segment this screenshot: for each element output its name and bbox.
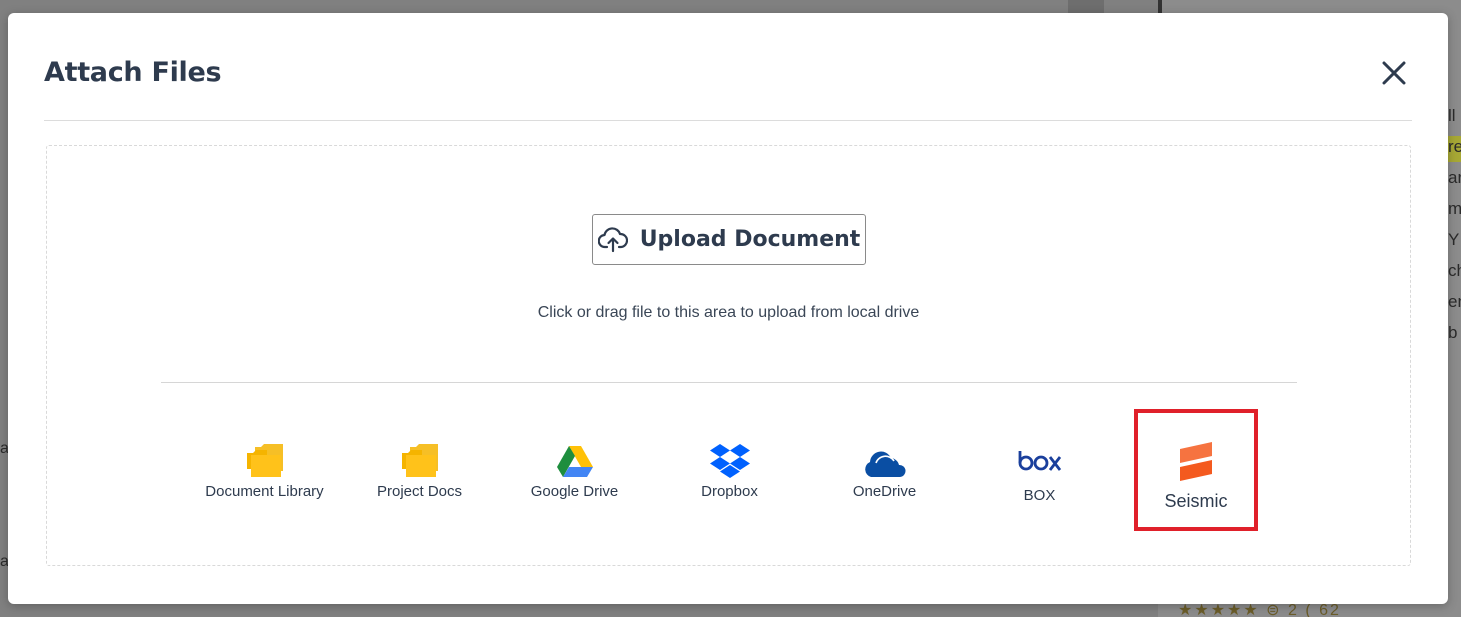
onedrive-icon [864, 451, 906, 477]
box-icon [1018, 451, 1061, 471]
dropzone-hint: Click or drag file to this area to uploa… [537, 304, 920, 321]
background-text: ll re ar m Y ch en b [1448, 106, 1461, 342]
background-bar-dark [1158, 0, 1162, 14]
source-label: Project Docs [376, 483, 463, 500]
source-label: Document Library [205, 483, 324, 500]
cloud-upload-icon [597, 226, 628, 252]
source-project-docs[interactable]: Project Docs [342, 439, 497, 519]
seismic-icon [1180, 442, 1212, 481]
close-button[interactable] [1380, 59, 1408, 87]
source-box[interactable]: BOX [962, 439, 1117, 519]
source-seismic[interactable]: Seismic [1134, 409, 1258, 531]
dialog-header: Attach Files [44, 13, 1412, 121]
source-label: Dropbox [701, 483, 758, 500]
source-google-drive[interactable]: Google Drive [497, 439, 652, 519]
source-label: OneDrive [852, 483, 917, 500]
cloud-sources: Document Library Project Docs Google Dri… [47, 409, 1410, 531]
dropbox-icon [709, 444, 750, 478]
dialog-title: Attach Files [44, 57, 222, 88]
attach-files-dialog: Attach Files Upload Document Click or dr… [8, 13, 1448, 604]
divider [161, 382, 1297, 383]
source-label: BOX [1023, 487, 1056, 504]
folder-icon [246, 444, 283, 477]
google-drive-icon [556, 446, 593, 477]
upload-document-button[interactable]: Upload Document [592, 214, 866, 265]
source-onedrive[interactable]: OneDrive [807, 439, 962, 519]
source-document-library[interactable]: Document Library [187, 439, 342, 519]
upload-document-label: Upload Document [639, 227, 861, 252]
source-label: Seismic [1164, 491, 1228, 511]
close-icon [1382, 61, 1406, 85]
source-dropbox[interactable]: Dropbox [652, 439, 807, 519]
upload-dropzone[interactable]: Upload Document Click or drag file to th… [46, 145, 1411, 566]
background-bar [1068, 0, 1104, 14]
source-label: Google Drive [530, 483, 619, 500]
folder-icon [401, 444, 438, 477]
